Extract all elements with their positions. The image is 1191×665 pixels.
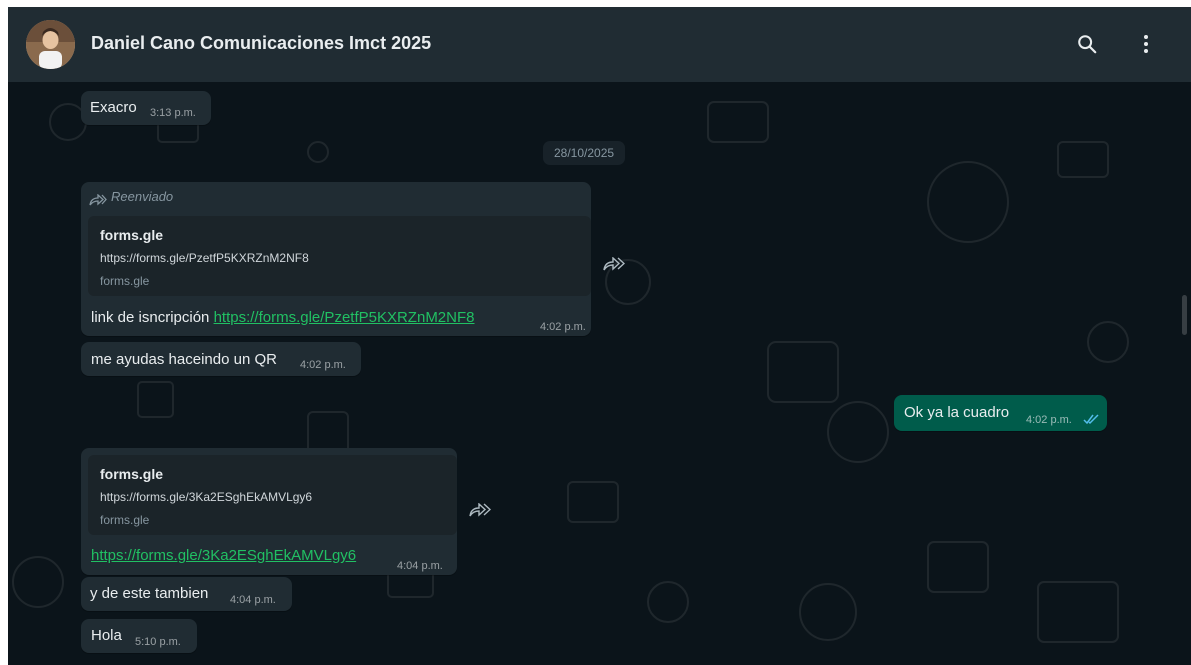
message-incoming-forwarded[interactable]: Reenviado forms.gle https://forms.gle/Pz…	[81, 182, 591, 336]
chat-title[interactable]: Daniel Cano Comunicaciones Imct 2025	[91, 33, 431, 54]
message-time: 4:02 p.m.	[300, 359, 346, 371]
message-incoming[interactable]: forms.gle https://forms.gle/3Ka2ESghEkAM…	[81, 448, 457, 575]
date-separator: 28/10/2025	[543, 141, 626, 165]
message-time: 4:04 p.m.	[397, 560, 443, 572]
forward-icon	[469, 503, 491, 517]
forward-button[interactable]	[601, 251, 627, 277]
message-incoming[interactable]: Exacro 3:13 p.m.	[81, 91, 211, 125]
message-incoming[interactable]: me ayudas haceindo un QR 4:02 p.m.	[81, 342, 361, 376]
message-text: link de isncripción https://forms.gle/Pz…	[91, 309, 475, 326]
message-text: me ayudas haceindo un QR	[91, 351, 277, 368]
link-preview-domain: forms.gle	[100, 274, 150, 288]
link-preview-url: https://forms.gle/3Ka2ESghEkAMVLgy6	[100, 490, 313, 504]
menu-button[interactable]	[1133, 31, 1159, 57]
message-incoming[interactable]: y de este tambien 4:04 p.m.	[81, 577, 292, 611]
forwarded-icon	[89, 194, 107, 206]
chat-window: Daniel Cano Comunicaciones Imct 2025 Exa…	[8, 7, 1191, 665]
search-button[interactable]	[1074, 31, 1100, 57]
avatar[interactable]	[26, 20, 75, 69]
message-text: y de este tambien	[90, 585, 209, 602]
contact-photo-icon	[26, 20, 75, 69]
message-text: Ok ya la cuadro	[904, 404, 1010, 421]
message-incoming[interactable]: Hola 5:10 p.m.	[81, 619, 197, 653]
forwarded-label: Reenviado	[111, 189, 174, 204]
forward-button[interactable]	[467, 497, 493, 523]
message-time: 4:04 p.m.	[230, 594, 276, 606]
more-vertical-icon	[1144, 35, 1148, 53]
message-text-prefix: link de isncripción	[91, 309, 210, 326]
message-time: 4:02 p.m.	[1026, 414, 1072, 426]
link-preview-title: forms.gle	[100, 466, 164, 482]
search-icon	[1078, 35, 1097, 54]
link-preview-title: forms.gle	[100, 227, 164, 243]
message-time: 4:02 p.m.	[540, 321, 586, 333]
link-preview-domain: forms.gle	[100, 513, 150, 527]
chat-header: Daniel Cano Comunicaciones Imct 2025	[8, 7, 1191, 82]
scrollbar-thumb[interactable]	[1182, 295, 1187, 335]
message-text: Hola	[91, 627, 122, 644]
double-check-icon	[1083, 414, 1099, 425]
message-time: 5:10 p.m.	[135, 636, 181, 648]
link-preview[interactable]: forms.gle https://forms.gle/PzetfP5KXRZn…	[88, 216, 591, 296]
message-outgoing[interactable]: Ok ya la cuadro 4:02 p.m.	[894, 395, 1107, 431]
message-text: Exacro	[90, 99, 137, 116]
message-link[interactable]: https://forms.gle/3Ka2ESghEkAMVLgy6	[91, 547, 356, 564]
link-preview-url: https://forms.gle/PzetfP5KXRZnM2NF8	[100, 251, 309, 265]
message-link[interactable]: https://forms.gle/PzetfP5KXRZnM2NF8	[214, 309, 475, 326]
message-time: 3:13 p.m.	[150, 107, 196, 119]
link-preview[interactable]: forms.gle https://forms.gle/3Ka2ESghEkAM…	[88, 455, 457, 535]
forward-icon	[603, 257, 625, 271]
